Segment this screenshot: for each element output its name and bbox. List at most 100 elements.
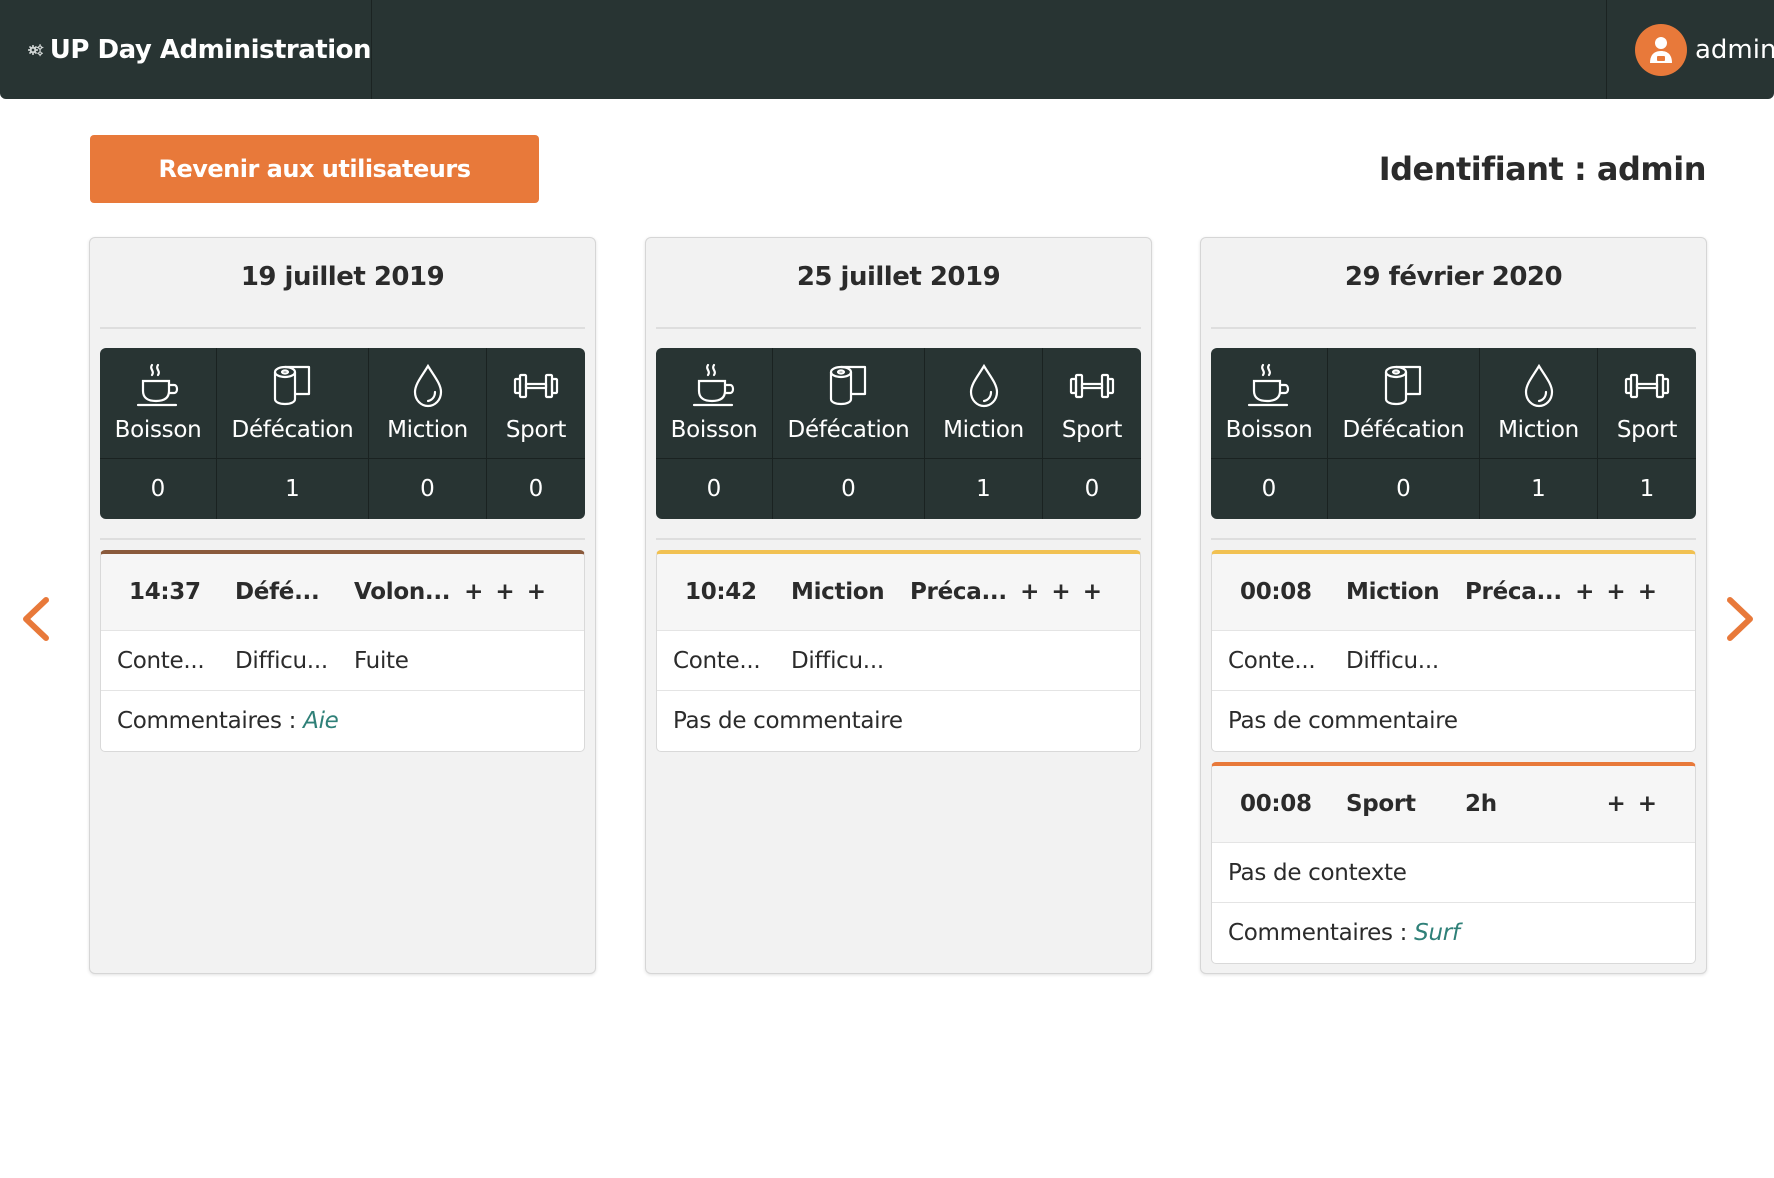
day-card: 29 février 2020 Boisson 0 Défécation 0 M… bbox=[1200, 237, 1707, 974]
event-detail: Préca... bbox=[910, 579, 1007, 605]
summary-count: 1 bbox=[285, 476, 300, 502]
divider bbox=[656, 538, 1141, 540]
event-detail: Préca... bbox=[1465, 579, 1562, 605]
event-comment-row: Pas de commentaire bbox=[1212, 691, 1695, 751]
event-context: Conte... bbox=[673, 648, 761, 674]
event-detail: Volon... bbox=[354, 579, 451, 605]
summary-header: Sport bbox=[1598, 348, 1696, 459]
event-card[interactable]: 00:08 Miction Préca... + + + Conte... Di… bbox=[1211, 550, 1696, 752]
summary-count: 0 bbox=[420, 476, 435, 502]
divider bbox=[1211, 327, 1696, 329]
event-list: 14:37 Défé... Volon... + + + Conte... Di… bbox=[100, 550, 585, 752]
event-header: 14:37 Défé... Volon... + + + bbox=[101, 554, 584, 631]
day-date: 19 juillet 2019 bbox=[240, 262, 445, 292]
summary-label: Boisson bbox=[1225, 417, 1313, 443]
water-drop-icon bbox=[413, 363, 442, 408]
day-card: 25 juillet 2019 Boisson 0 Défécation 0 M… bbox=[645, 237, 1152, 974]
dumbbell-icon bbox=[1624, 373, 1670, 399]
summary-boisson: Boisson 0 bbox=[100, 348, 217, 519]
summary-count: 1 bbox=[1531, 476, 1546, 502]
event-context-row: Pas de contexte bbox=[1212, 843, 1695, 903]
toilet-paper-icon bbox=[273, 365, 310, 406]
event-comment: Commentaires : Surf bbox=[1228, 903, 1460, 963]
summary-miction: Miction 1 bbox=[1480, 348, 1598, 519]
event-intensity: + + + bbox=[1020, 579, 1104, 605]
summary-boisson: Boisson 0 bbox=[1211, 348, 1328, 519]
event-no-context: Pas de contexte bbox=[1228, 860, 1407, 886]
summary-count: 0 bbox=[1261, 476, 1277, 502]
summary-label: Sport bbox=[1061, 417, 1123, 443]
event-comment-row: Pas de commentaire bbox=[657, 691, 1140, 751]
event-difficulty: Difficu... bbox=[1346, 648, 1439, 674]
next-days-arrow[interactable] bbox=[1720, 594, 1760, 644]
summary-sport: Sport 0 bbox=[487, 348, 585, 519]
event-header: 00:08 Miction Préca... + + + bbox=[1212, 554, 1695, 631]
coffee-cup-icon bbox=[692, 363, 735, 407]
event-no-comment: Pas de commentaire bbox=[1228, 708, 1458, 734]
summary-label: Défécation bbox=[231, 417, 354, 443]
summary-label: Boisson bbox=[114, 417, 202, 443]
previous-days-arrow[interactable] bbox=[16, 594, 56, 644]
comment-value: Surf bbox=[1414, 920, 1460, 946]
dumbbell-icon bbox=[1069, 373, 1115, 399]
summary-sport: Sport 0 bbox=[1043, 348, 1141, 519]
user-identifier: Identifiant : admin bbox=[1378, 150, 1707, 188]
event-details-row: Conte... Difficu... bbox=[1212, 631, 1695, 691]
summary-count: 1 bbox=[976, 476, 991, 502]
divider bbox=[656, 327, 1141, 329]
summary-header: Défécation bbox=[217, 348, 368, 459]
event-intensity: + + bbox=[1606, 791, 1659, 817]
user-menu[interactable]: admin bbox=[1606, 0, 1774, 99]
event-type: Sport bbox=[1346, 791, 1416, 817]
day-summary-table: Boisson 0 Défécation 1 Miction 0 Sport 0 bbox=[100, 348, 585, 519]
summary-defecation: Défécation 0 bbox=[1328, 348, 1480, 519]
event-time: 00:08 bbox=[1240, 791, 1312, 817]
top-navbar: UP Day Administration admin bbox=[0, 0, 1774, 99]
summary-header: Défécation bbox=[1328, 348, 1479, 459]
summary-count: 0 bbox=[528, 476, 544, 502]
day-summary-table: Boisson 0 Défécation 0 bbox=[1211, 348, 1696, 519]
summary-label: Sport bbox=[505, 417, 567, 443]
event-time: 14:37 bbox=[129, 579, 201, 605]
event-no-comment: Pas de commentaire bbox=[673, 708, 903, 734]
summary-header: Boisson bbox=[1211, 348, 1327, 459]
user-name[interactable]: admin bbox=[1695, 35, 1774, 65]
event-comment-row: Commentaires : Surf bbox=[1212, 903, 1695, 963]
summary-label: Sport bbox=[1616, 417, 1678, 443]
summary-label: Miction bbox=[943, 417, 1024, 443]
summary-count: 0 bbox=[841, 476, 856, 502]
event-card[interactable]: 10:42 Miction Préca... + + + Conte... Di… bbox=[656, 550, 1141, 752]
comment-label: Commentaires : bbox=[117, 708, 304, 734]
event-comment: Commentaires : Aie bbox=[117, 691, 339, 751]
summary-label: Miction bbox=[1498, 417, 1579, 443]
summary-header: Miction bbox=[1480, 348, 1597, 459]
user-icon bbox=[1650, 36, 1672, 63]
chevron-left-icon bbox=[23, 597, 49, 641]
summary-boisson: Boisson 0 bbox=[656, 348, 773, 519]
summary-miction: Miction 0 bbox=[369, 348, 487, 519]
event-type: Miction bbox=[791, 579, 885, 605]
chevron-right-icon bbox=[1727, 597, 1753, 641]
brand[interactable]: UP Day Administration bbox=[0, 0, 372, 99]
event-list: 10:42 Miction Préca... + + + Conte... Di… bbox=[656, 550, 1141, 752]
event-context: Conte... bbox=[117, 648, 205, 674]
summary-header: Miction bbox=[925, 348, 1042, 459]
summary-header: Défécation bbox=[773, 348, 924, 459]
summary-count: 0 bbox=[706, 476, 722, 502]
summary-label: Défécation bbox=[787, 417, 910, 443]
summary-header: Boisson bbox=[656, 348, 772, 459]
event-card[interactable]: 00:08 Sport 2h + + Pas de contexte Comme… bbox=[1211, 762, 1696, 964]
event-header: 10:42 Miction Préca... + + + bbox=[657, 554, 1140, 631]
event-details-row: Conte... Difficu... Fuite bbox=[101, 631, 584, 691]
summary-sport: Sport 1 bbox=[1598, 348, 1696, 519]
day-card: 19 juillet 2019 Boisson 0 Défécation 1 M… bbox=[89, 237, 596, 974]
back-to-users-button[interactable]: Revenir aux utilisateurs bbox=[90, 135, 539, 203]
event-card[interactable]: 14:37 Défé... Volon... + + + Conte... Di… bbox=[100, 550, 585, 752]
summary-label: Boisson bbox=[670, 417, 758, 443]
avatar[interactable] bbox=[1635, 23, 1687, 76]
event-header: 00:08 Sport 2h + + bbox=[1212, 766, 1695, 843]
event-type: Miction bbox=[1346, 579, 1440, 605]
event-intensity: + + + bbox=[464, 579, 548, 605]
app-title: UP Day Administration bbox=[49, 34, 372, 65]
day-date: 25 juillet 2019 bbox=[796, 262, 1001, 292]
